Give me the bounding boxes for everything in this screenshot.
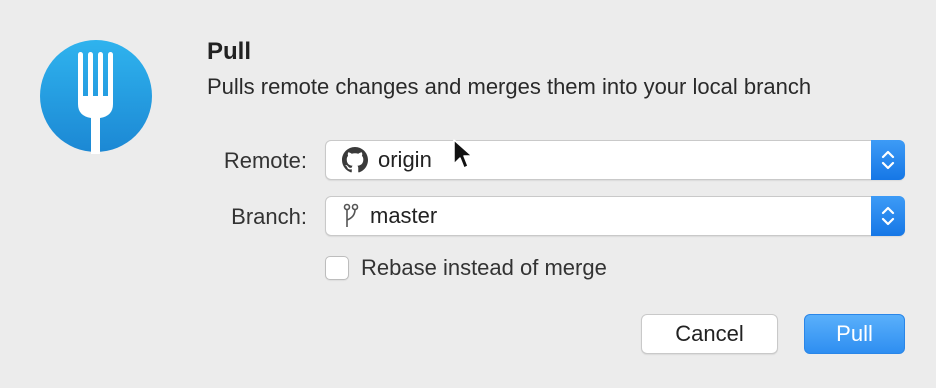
remote-value: origin (378, 147, 432, 172)
branch-value: master (370, 203, 438, 228)
mouse-cursor-icon (453, 139, 473, 169)
cancel-button[interactable]: Cancel (641, 314, 778, 354)
rebase-option[interactable]: Rebase instead of merge (325, 255, 607, 281)
remote-label: Remote: (223, 148, 307, 173)
dialog-subtitle: Pulls remote changes and merges them int… (207, 74, 812, 99)
remote-select[interactable]: origin (325, 140, 905, 180)
branch-icon (343, 203, 359, 227)
pull-button[interactable]: Pull (804, 314, 905, 354)
github-icon (342, 147, 368, 173)
rebase-checkbox[interactable] (325, 256, 349, 280)
fork-app-icon (40, 40, 152, 154)
branch-select[interactable]: master (325, 196, 905, 236)
remote-stepper-icon[interactable] (871, 140, 905, 180)
rebase-label[interactable]: Rebase instead of merge (361, 255, 607, 281)
branch-stepper-icon[interactable] (871, 196, 905, 236)
dialog-title: Pull (207, 38, 252, 65)
branch-label: Branch: (231, 204, 307, 229)
